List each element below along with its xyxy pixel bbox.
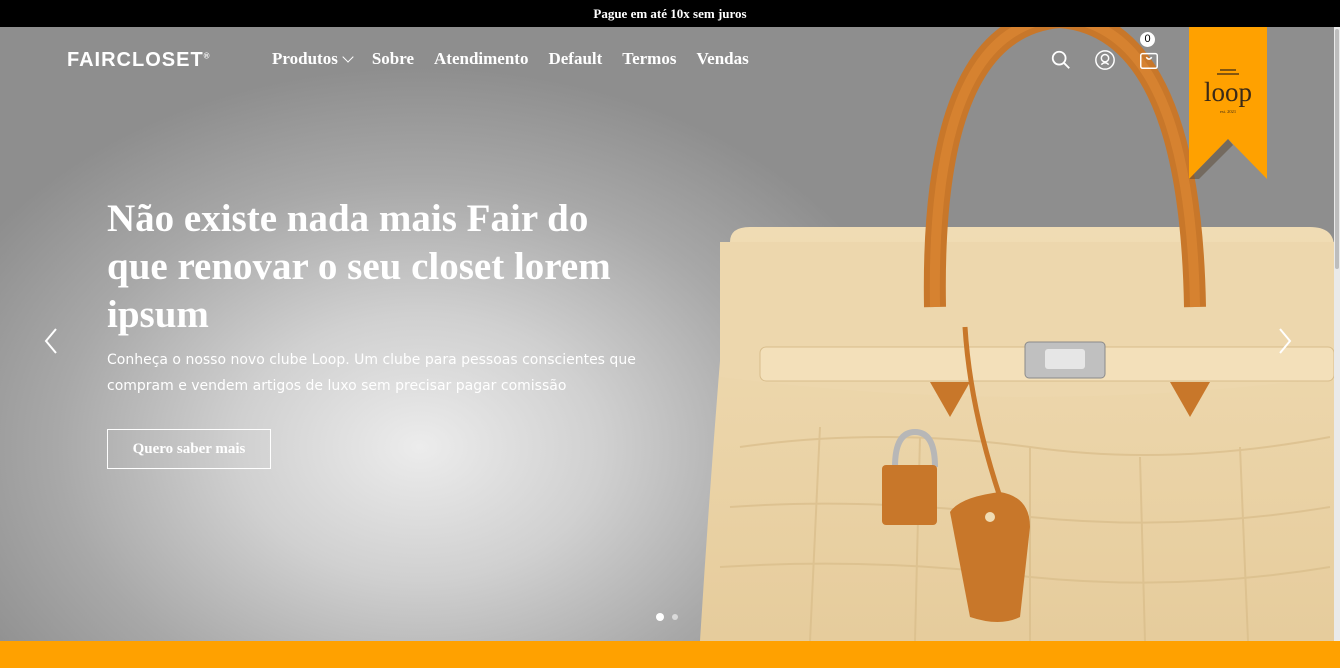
nav-item-produtos[interactable]: Produtos — [272, 49, 354, 69]
search-icon[interactable] — [1050, 49, 1072, 71]
nav-item-label: Atendimento — [434, 49, 529, 68]
cart-button[interactable]: 0 — [1138, 32, 1160, 71]
nav-item-default[interactable]: Default — [548, 49, 602, 69]
site-logo[interactable]: FAIRCLOSET® — [67, 49, 211, 72]
prev-slide-arrow-icon[interactable] — [38, 327, 66, 355]
cart-count-badge: 0 — [1140, 32, 1155, 47]
next-slide-arrow-icon[interactable] — [1270, 327, 1298, 355]
page-scrollbar[interactable] — [1334, 27, 1340, 641]
cta-button[interactable]: Quero saber mais — [107, 429, 271, 469]
user-icon[interactable] — [1094, 49, 1116, 71]
nav-item-label: Default — [548, 49, 603, 68]
slider-dot-1[interactable] — [656, 613, 664, 621]
slider-dot-2[interactable] — [672, 614, 678, 620]
nav-item-label: Sobre — [371, 49, 415, 68]
accent-bar — [0, 641, 1340, 668]
nav-item-label: Vendas — [696, 49, 749, 68]
loop-ribbon-badge[interactable]: loop est. 2021 — [1189, 27, 1267, 179]
slider-dots — [656, 613, 678, 621]
logo-text: FAIRCLOSET — [67, 49, 204, 71]
scrollbar-thumb[interactable] — [1335, 29, 1339, 269]
nav-item-sobre[interactable]: Sobre — [372, 49, 414, 69]
hero-headline: Não existe nada mais Fair do que renovar… — [107, 197, 611, 336]
nav-item-atendimento[interactable]: Atendimento — [434, 49, 528, 69]
logo-mark: ® — [203, 51, 211, 61]
nav-item-vendas[interactable]: Vendas — [696, 49, 748, 69]
promo-bar: Pague em até 10x sem juros — [0, 0, 1340, 27]
nav-item-termos[interactable]: Termos — [622, 49, 676, 69]
chevron-down-icon — [342, 51, 354, 63]
nav-item-label: Produtos — [272, 49, 338, 68]
ribbon-text: loop — [1204, 77, 1252, 107]
hero-slider: FAIRCLOSET® Produtos Sobre Atendimento D… — [0, 27, 1334, 641]
hero-subtitle: Conheça o nosso novo clube Loop. Um club… — [107, 352, 636, 394]
header-icons: 0 — [1050, 32, 1160, 71]
ribbon-est: est. 2021 — [1220, 109, 1236, 114]
promo-text: Pague em até 10x sem juros — [593, 6, 747, 21]
nav-item-label: Termos — [622, 49, 677, 68]
main-nav: Produtos Sobre Atendimento Default Termo… — [272, 49, 749, 69]
cart-icon — [1140, 52, 1158, 69]
